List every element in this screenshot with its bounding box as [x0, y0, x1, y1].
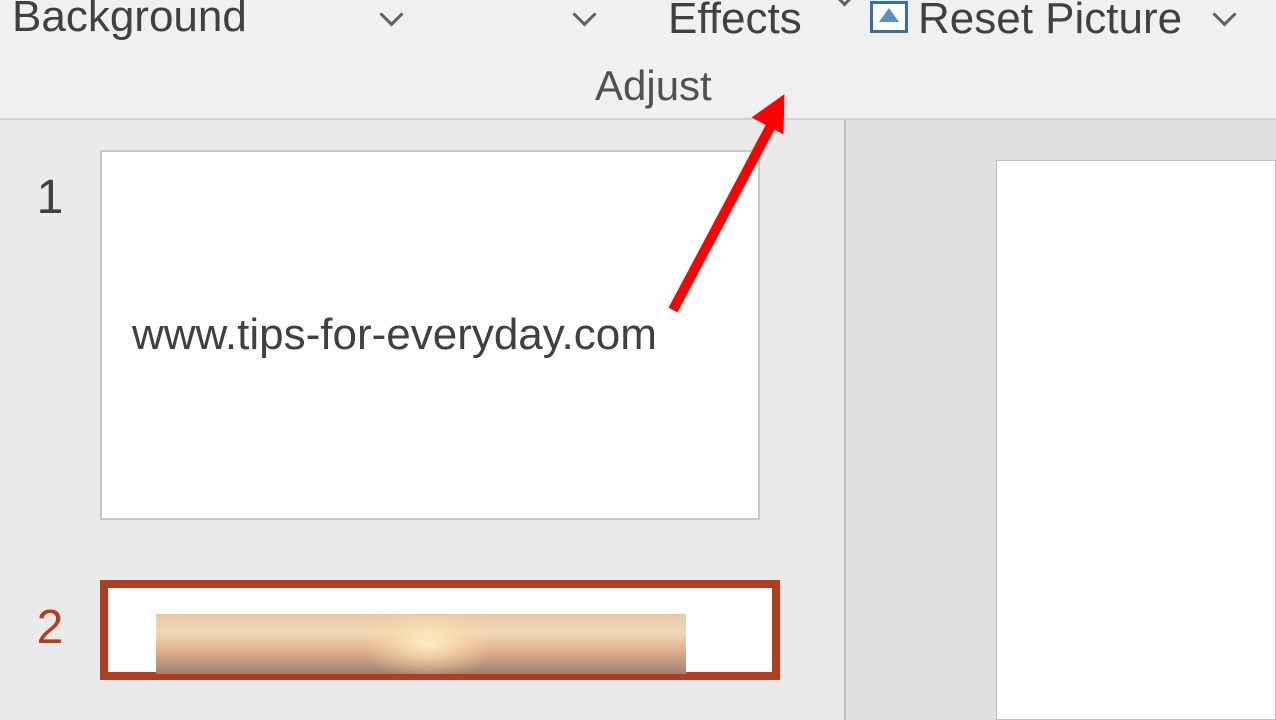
slide-number: 2: [0, 580, 100, 655]
slide-thumbnail-panel: 1 www.tips-for-everyday.com 2: [0, 120, 844, 720]
slide-editor-area: [846, 120, 1276, 720]
ribbon-toolbar: Background Effects Reset Picture Adjust: [0, 0, 1276, 120]
effects-label: Effects: [668, 0, 802, 44]
reset-picture-button[interactable]: Reset Picture: [870, 0, 1182, 44]
slide-number: 1: [0, 150, 100, 225]
artistic-effects-button[interactable]: Effects: [668, 0, 832, 44]
slide-thumbnail-item[interactable]: 1 www.tips-for-everyday.com: [0, 150, 844, 520]
slide-thumbnail-selected[interactable]: [100, 580, 780, 680]
workspace: 1 www.tips-for-everyday.com 2: [0, 120, 1276, 720]
slide-thumbnail-item[interactable]: 2: [0, 580, 844, 680]
chevron-down-icon[interactable]: [576, 6, 600, 20]
remove-background-button[interactable]: Background: [12, 0, 247, 42]
slide-thumbnail[interactable]: www.tips-for-everyday.com: [100, 150, 760, 520]
reset-label: Reset Picture: [918, 0, 1182, 44]
background-label: Background: [12, 0, 247, 41]
main-slide-canvas[interactable]: [996, 160, 1276, 720]
chevron-down-icon[interactable]: [383, 6, 407, 20]
slide-image-preview: [156, 614, 686, 674]
chevron-down-icon[interactable]: [1216, 6, 1240, 20]
picture-icon: [870, 1, 908, 33]
ribbon-group-label: Adjust: [595, 62, 712, 110]
slide-content-text: www.tips-for-everyday.com: [132, 310, 657, 360]
